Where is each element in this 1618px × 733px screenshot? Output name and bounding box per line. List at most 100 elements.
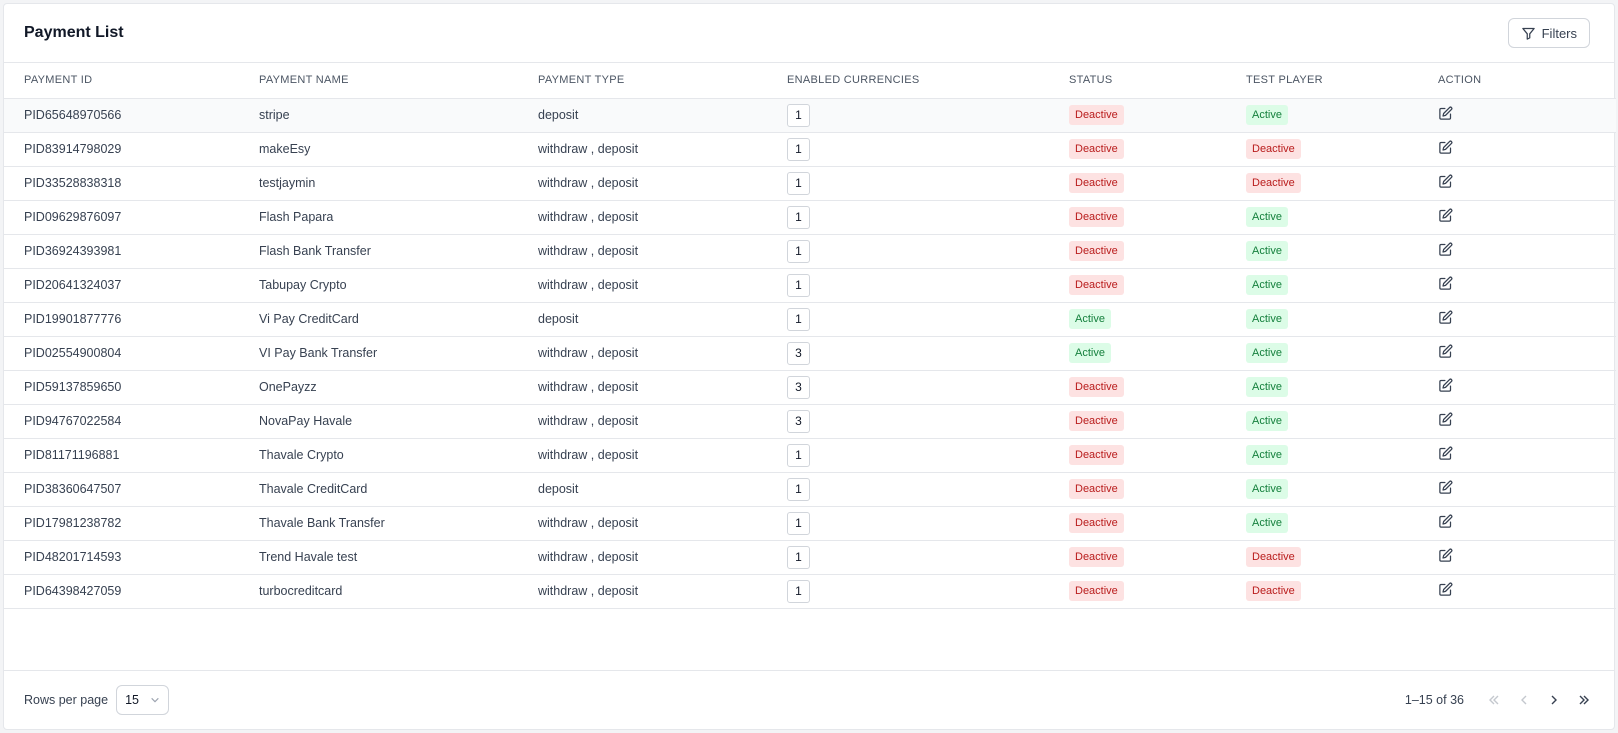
column-header-enabled-currencies[interactable]: ENABLED CURRENCIES	[767, 63, 1049, 99]
edit-icon[interactable]	[1438, 208, 1453, 223]
table-row[interactable]: PID02554900804 VI Pay Bank Transfer withdr…	[4, 336, 1616, 371]
currency-count[interactable]: 1	[787, 137, 810, 161]
status-cell: Active	[1049, 302, 1226, 337]
edit-icon[interactable]	[1438, 378, 1453, 393]
action-cell	[1418, 98, 1616, 133]
test-player-badge: Active	[1246, 275, 1288, 295]
edit-icon[interactable]	[1438, 548, 1453, 563]
enabled-currencies-cell: 1	[767, 506, 1049, 541]
currency-count[interactable]: 1	[787, 545, 810, 569]
currency-count[interactable]: 1	[787, 205, 810, 229]
payment-id-cell: PID59137859650	[4, 370, 239, 405]
status-badge: Deactive	[1069, 445, 1124, 465]
table-row[interactable]: PID65648970566 stripe deposit 1 Deactive Acti…	[4, 98, 1616, 133]
first-page-icon	[1489, 695, 1499, 705]
currency-count[interactable]: 3	[787, 341, 810, 365]
payment-name-cell: Trend Havale test	[239, 540, 518, 575]
edit-icon[interactable]	[1438, 514, 1453, 529]
table-row[interactable]: PID94767022584 NovaPay Havale withdraw , d…	[4, 404, 1616, 439]
rows-per-page-select[interactable]: 15	[116, 685, 170, 715]
edit-icon[interactable]	[1438, 480, 1453, 495]
payment-type-cell: withdraw , deposit	[518, 200, 767, 235]
edit-icon[interactable]	[1438, 344, 1453, 359]
table-row[interactable]: PID38360647507 Thavale CreditCard deposit 1…	[4, 472, 1616, 507]
last-page-icon	[1579, 695, 1589, 705]
chevron-down-icon	[151, 697, 159, 703]
edit-icon[interactable]	[1438, 174, 1453, 189]
currency-count[interactable]: 1	[787, 171, 810, 195]
currency-count[interactable]: 1	[787, 239, 810, 263]
table-row[interactable]: PID33528838318 testjaymin withdraw , depos…	[4, 166, 1616, 201]
edit-icon[interactable]	[1438, 446, 1453, 461]
status-badge: Deactive	[1069, 105, 1124, 125]
table-row[interactable]: PID09629876097 Flash Papara withdraw , dep…	[4, 200, 1616, 235]
payment-name-cell: Tabupay Crypto	[239, 268, 518, 303]
column-header-payment-name[interactable]: PAYMENT NAME	[239, 63, 518, 99]
test-player-badge: Active	[1246, 207, 1288, 227]
payment-id-cell: PID83914798029	[4, 132, 239, 167]
test-player-cell: Active	[1226, 336, 1418, 371]
column-header-test-player[interactable]: TEST PLAYER	[1226, 63, 1418, 99]
filters-button[interactable]: Filters	[1507, 18, 1590, 48]
currency-count[interactable]: 1	[787, 579, 810, 603]
currency-count[interactable]: 1	[787, 103, 810, 127]
enabled-currencies-cell: 1	[767, 540, 1049, 575]
test-player-cell: Deactive	[1226, 540, 1418, 575]
table-row[interactable]: PID83914798029 makeEsy withdraw , deposit 1…	[4, 132, 1616, 167]
payment-list-card: Payment List Filters PAYMENT ID PAYMENT …	[3, 3, 1616, 730]
last-page-button[interactable]	[1574, 690, 1594, 710]
table-row[interactable]: PID19901877776 Vi Pay CreditCard deposit 1 A…	[4, 302, 1616, 337]
payment-name-cell: testjaymin	[239, 166, 518, 201]
status-badge: Deactive	[1069, 411, 1124, 431]
enabled-currencies-cell: 1	[767, 166, 1049, 201]
currency-count[interactable]: 1	[787, 477, 810, 501]
table-row[interactable]: PID48201714593 Trend Havale test withdraw …	[4, 540, 1616, 575]
pagination-range: 1–15 of 36	[1404, 693, 1464, 707]
payment-name-cell: makeEsy	[239, 132, 518, 167]
table-row[interactable]: PID81171196881 Thavale Crypto withdraw , d…	[4, 438, 1616, 473]
payment-name-cell: Flash Papara	[239, 200, 518, 235]
table-row[interactable]: PID59137859650 OnePayzz withdraw , deposit…	[4, 370, 1616, 405]
status-badge: Active	[1069, 309, 1111, 329]
edit-icon[interactable]	[1438, 106, 1453, 121]
edit-icon[interactable]	[1438, 582, 1453, 597]
action-cell	[1418, 370, 1616, 405]
column-header-payment-type[interactable]: PAYMENT TYPE	[518, 63, 767, 99]
enabled-currencies-cell: 3	[767, 404, 1049, 439]
prev-page-button[interactable]	[1514, 690, 1534, 710]
currency-count[interactable]: 1	[787, 443, 810, 467]
next-page-button[interactable]	[1544, 690, 1564, 710]
currency-count[interactable]: 1	[787, 273, 810, 297]
edit-icon[interactable]	[1438, 310, 1453, 325]
pagination: 1–15 of 36	[1405, 690, 1594, 710]
currency-count[interactable]: 1	[787, 307, 810, 331]
column-header-status[interactable]: STATUS	[1049, 63, 1226, 99]
status-cell: Deactive	[1049, 132, 1226, 167]
payment-type-cell: deposit	[518, 472, 767, 507]
payment-type-cell: withdraw , deposit	[518, 404, 767, 439]
table-row[interactable]: PID20641324037 Tabupay Crypto withdraw , d…	[4, 268, 1616, 303]
test-player-badge: Deactive	[1246, 581, 1301, 601]
status-cell: Active	[1049, 336, 1226, 371]
edit-icon[interactable]	[1438, 140, 1453, 155]
edit-icon[interactable]	[1438, 242, 1453, 257]
status-cell: Deactive	[1049, 166, 1226, 201]
action-cell	[1418, 166, 1616, 201]
currency-count[interactable]: 1	[787, 511, 810, 535]
payment-name-cell: Vi Pay CreditCard	[239, 302, 518, 337]
table-row[interactable]: PID64398427059 turbocreditcard withdraw , …	[4, 574, 1616, 609]
test-player-cell: Active	[1226, 404, 1418, 439]
status-cell: Deactive	[1049, 234, 1226, 269]
edit-icon[interactable]	[1438, 276, 1453, 291]
edit-icon[interactable]	[1438, 412, 1453, 427]
action-cell	[1418, 302, 1616, 337]
currency-count[interactable]: 3	[787, 375, 810, 399]
table-row[interactable]: PID17981238782 Thavale Bank Transfer withd…	[4, 506, 1616, 541]
status-cell: Deactive	[1049, 438, 1226, 473]
currency-count[interactable]: 3	[787, 409, 810, 433]
payment-type-cell: withdraw , deposit	[518, 132, 767, 167]
status-cell: Deactive	[1049, 268, 1226, 303]
table-row[interactable]: PID36924393981 Flash Bank Transfer withdra…	[4, 234, 1616, 269]
first-page-button[interactable]	[1484, 690, 1504, 710]
column-header-payment-id[interactable]: PAYMENT ID	[4, 63, 239, 99]
